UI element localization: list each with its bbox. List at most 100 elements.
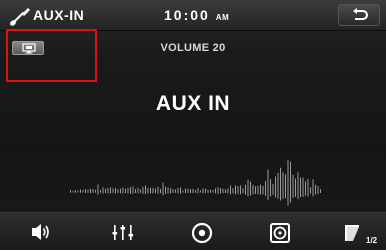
waveform-bar <box>302 177 304 197</box>
waveform-bar <box>72 190 74 193</box>
waveform-bar <box>245 184 246 195</box>
waveform-bar <box>252 184 254 195</box>
waveform-bar <box>80 189 81 193</box>
waveform-bar <box>97 184 99 195</box>
waveform-bar <box>207 189 209 193</box>
page-indicator: 1/2 <box>366 236 378 245</box>
waveform-bar <box>265 181 266 196</box>
waveform-bar <box>100 190 101 193</box>
waveform-bar <box>107 187 109 194</box>
waveform-bar <box>142 186 144 194</box>
waveform-bar <box>260 184 261 195</box>
waveform-bar <box>185 188 186 194</box>
main-title: AUX IN <box>155 92 231 115</box>
highlight-box <box>6 29 97 82</box>
display-button[interactable] <box>12 41 44 55</box>
waveform-bar <box>132 186 134 194</box>
waveform-bar <box>180 187 181 194</box>
waveform-bar <box>312 179 314 197</box>
waveform-bar <box>290 161 291 203</box>
waveform-bar <box>250 181 251 196</box>
waveform-bar <box>192 188 194 194</box>
waveform-bar <box>182 190 184 193</box>
volume-button[interactable] <box>10 213 60 250</box>
waveform-bar <box>140 189 141 193</box>
waveform-bar <box>217 187 219 194</box>
waveform-bar <box>167 187 169 194</box>
waveform-bar <box>110 187 111 194</box>
waveform-bar <box>205 188 206 194</box>
waveform-bar <box>202 188 204 194</box>
waveform-bar <box>77 190 79 193</box>
waveform-bar <box>307 179 309 197</box>
waveform-bar <box>130 187 131 194</box>
waveform-bar <box>227 188 229 194</box>
waveform-bar <box>242 188 244 194</box>
waveform-bar <box>262 185 264 195</box>
waveform-bar <box>270 179 271 197</box>
waveform-bar <box>280 167 281 201</box>
waveform-bar <box>150 187 151 194</box>
waveform-bar <box>292 174 294 199</box>
speaker-icon <box>32 224 49 240</box>
waveform-bar <box>117 189 119 193</box>
waveform-bar <box>275 176 276 198</box>
waveform-bar <box>92 189 94 193</box>
aux-in-screen: AUX-IN 10:00 AM VOLUME 20 AUX IN 1/2 <box>0 0 386 250</box>
waveform-bar <box>157 186 159 194</box>
waveform-bar <box>190 189 191 193</box>
guitar-icon <box>8 5 32 27</box>
waveform-bar <box>112 188 114 194</box>
waveform-bar <box>300 177 301 198</box>
menu-page-icon <box>345 225 359 241</box>
waveform-bar <box>120 188 121 194</box>
clock-ampm: AM <box>215 13 230 22</box>
equalizer-icon <box>112 225 134 240</box>
media-button[interactable] <box>255 213 305 250</box>
back-button[interactable] <box>338 4 380 26</box>
waveform-bar <box>247 179 249 197</box>
waveform-bar <box>285 174 286 199</box>
waveform-bar <box>315 184 316 195</box>
clock-time: 10:00 <box>164 7 210 23</box>
disc-button[interactable] <box>177 213 227 250</box>
waveform-bar <box>122 187 124 194</box>
waveform-bar <box>105 188 106 194</box>
waveform-bar <box>282 172 284 199</box>
waveform-bar <box>195 190 196 193</box>
source-title: AUX-IN <box>33 7 85 23</box>
display-icon <box>22 43 36 54</box>
waveform-bar <box>115 188 116 194</box>
waveform-bar <box>295 178 296 197</box>
waveform-bar <box>70 190 71 193</box>
waveform-bar <box>310 187 311 194</box>
waveform-bar <box>222 188 224 194</box>
back-arrow-icon <box>353 8 368 20</box>
waveform-bar <box>320 189 321 193</box>
waveform-bar <box>230 185 231 195</box>
menu-page-button[interactable] <box>336 213 386 250</box>
waveform-bar <box>85 189 86 193</box>
status-bar: AUX-IN 10:00 AM <box>0 0 386 31</box>
waveform-bar <box>257 186 259 195</box>
waveform-bar <box>297 172 299 199</box>
equalizer-button[interactable] <box>98 213 148 250</box>
waveform-bar <box>135 189 136 193</box>
waveform-bar <box>125 188 126 194</box>
waveform-bar <box>287 160 289 206</box>
waveform-bar <box>90 188 91 194</box>
waveform-bar <box>162 182 164 196</box>
waveform-bar <box>200 190 201 193</box>
waveform-bar <box>102 187 104 194</box>
waveform-bar <box>317 186 319 195</box>
waveform-bar <box>75 190 76 193</box>
waveform-bar <box>277 172 279 199</box>
waveform-bar <box>187 188 189 194</box>
waveform-bar <box>210 189 211 193</box>
waveform-bar <box>160 188 161 194</box>
media-icon <box>270 223 290 243</box>
waveform-bar <box>267 169 269 200</box>
waveform-bar <box>237 186 239 194</box>
waveform-bar <box>127 187 129 194</box>
waveform-bar <box>165 186 166 194</box>
